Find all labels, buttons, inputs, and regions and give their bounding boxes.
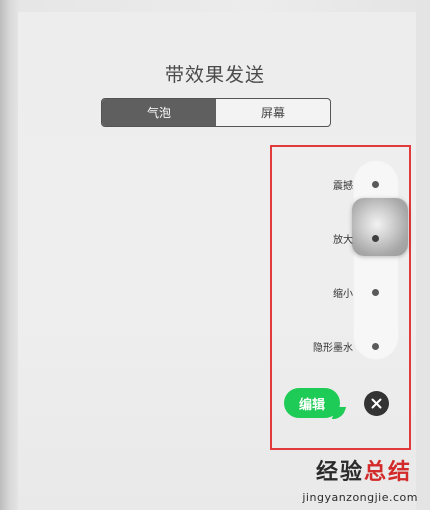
tab-screen[interactable]: 屏幕 [216,99,330,126]
effect-label: 放大 [333,235,353,246]
effect-label: 震撼 [333,181,353,192]
effect-option-loud[interactable]: 放大 [290,229,395,249]
watermark-url: jingyanzongjie.com [302,491,418,504]
watermark-text: 经验 [315,460,364,485]
tab-bubble[interactable]: 气泡 [102,99,216,126]
dialog-title: 带效果发送 [164,64,265,86]
effect-option-slam[interactable]: 震撼 [290,175,395,195]
message-bubble[interactable]: 编辑 [284,388,340,418]
effect-type-segmented-control: 气泡 屏幕 [101,98,331,127]
watermark-text-accent: 总结 [363,460,412,485]
effect-option-invisible-ink[interactable]: 隐形墨水 [290,337,395,357]
watermark-logo: 经验总结 [316,454,412,486]
cancel-button[interactable] [364,391,389,416]
effect-label: 隐形墨水 [313,343,353,354]
effect-dot[interactable] [372,343,379,350]
close-icon [371,398,382,409]
effect-dot[interactable] [372,289,379,296]
effect-dot[interactable] [372,181,379,188]
effect-label: 缩小 [333,289,353,300]
effect-option-gentle[interactable]: 缩小 [290,283,395,303]
